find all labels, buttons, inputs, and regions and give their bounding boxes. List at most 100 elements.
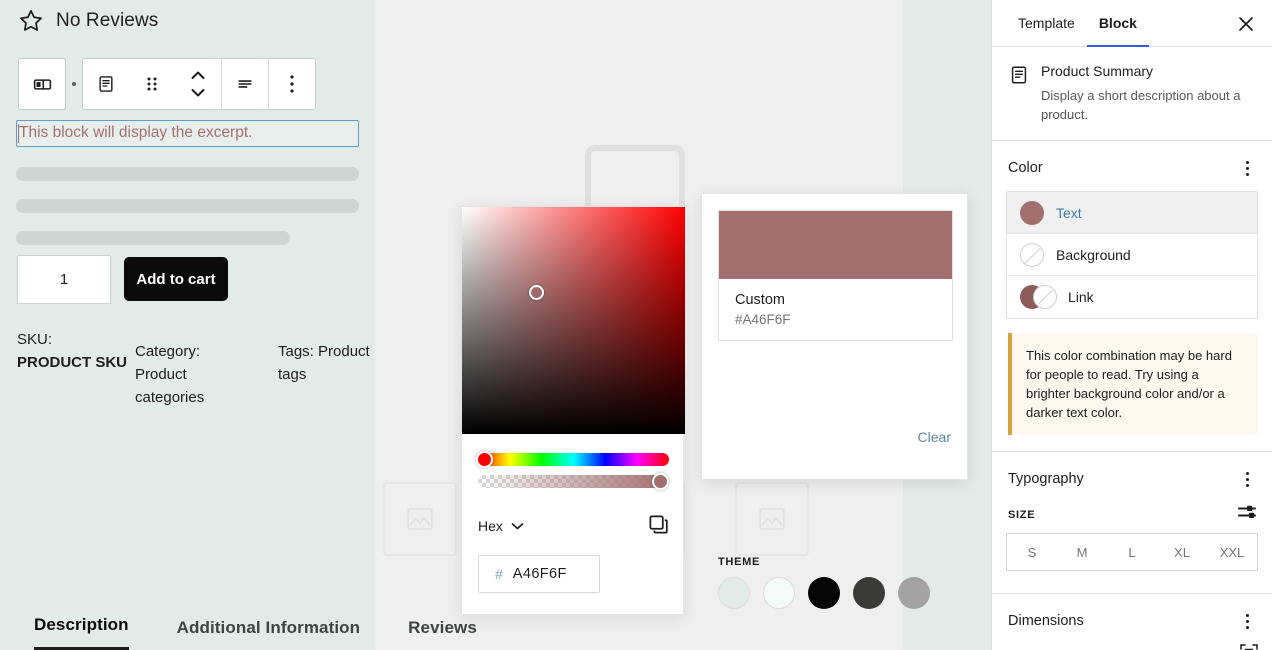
- hue-slider[interactable]: [478, 453, 669, 466]
- category-meta: Category: Product categories: [135, 340, 255, 409]
- size-settings-icon[interactable]: [1238, 504, 1258, 525]
- copy-icon[interactable]: [648, 514, 669, 538]
- color-swatch-popover[interactable]: Custom #A46F6F THEME Clear: [701, 193, 968, 609]
- parent-block-group[interactable]: [18, 58, 66, 110]
- document-icon: [99, 76, 113, 92]
- drag-handle-icon[interactable]: [129, 58, 175, 110]
- color-item-link[interactable]: Link: [1007, 276, 1257, 318]
- align-icon[interactable]: [222, 58, 268, 110]
- dimensions-section-header: Dimensions: [992, 594, 1272, 644]
- custom-color-name: Custom: [735, 292, 785, 308]
- hex-prefix: #: [495, 566, 503, 582]
- typography-section-options-icon[interactable]: [1236, 466, 1258, 492]
- sku-label: SKU:: [17, 331, 53, 348]
- color-section-options-icon[interactable]: [1236, 155, 1258, 181]
- tab-additional-information[interactable]: Additional Information: [177, 618, 361, 650]
- custom-color-preview: [719, 211, 952, 279]
- chevrons-updown-icon: [191, 71, 205, 97]
- font-size-option-xl[interactable]: XL: [1157, 534, 1207, 570]
- background-color-swatch: [1020, 242, 1044, 267]
- custom-color-hex: #A46F6F: [735, 312, 791, 327]
- image-placeholder-icon: [759, 508, 785, 530]
- product-tabs[interactable]: Description Additional Information Revie…: [34, 615, 477, 650]
- gallery-thumbnail-placeholder[interactable]: [735, 482, 809, 556]
- typography-section-header: Typography: [992, 452, 1272, 502]
- block-actions-group[interactable]: [82, 58, 316, 110]
- color-item-background[interactable]: Background: [1007, 234, 1257, 276]
- quantity-input[interactable]: 1: [17, 255, 111, 304]
- tab-reviews[interactable]: Reviews: [408, 618, 477, 650]
- tags-label: Tags:: [278, 343, 314, 360]
- saturation-value-area[interactable]: [462, 207, 685, 434]
- custom-color-card[interactable]: Custom #A46F6F: [718, 210, 953, 341]
- theme-swatch-white-mint[interactable]: [763, 577, 795, 609]
- font-size-option-m[interactable]: M: [1057, 534, 1107, 570]
- reviews-label: No Reviews: [56, 10, 159, 31]
- padding-icon[interactable]: [1240, 644, 1258, 650]
- color-format-select[interactable]: Hex: [478, 518, 524, 534]
- sidebar-tabs[interactable]: Template Block: [992, 0, 1272, 47]
- category-value[interactable]: Product categories: [135, 366, 204, 406]
- skeleton-bar: [16, 231, 290, 245]
- columns-icon: [33, 78, 51, 90]
- star-icon: [20, 9, 42, 31]
- document-icon: [1011, 66, 1027, 84]
- theme-swatch-black[interactable]: [808, 577, 840, 609]
- hex-value[interactable]: A46F6F: [513, 566, 567, 582]
- color-item-label: Text: [1056, 204, 1082, 221]
- color-picker-popover[interactable]: Hex # A46F6F: [461, 206, 685, 615]
- tab-block[interactable]: Block: [1087, 0, 1149, 47]
- image-placeholder-icon: [407, 508, 433, 530]
- color-item-text[interactable]: Text: [1007, 192, 1257, 234]
- font-size-option-l[interactable]: L: [1107, 534, 1157, 570]
- more-options-icon[interactable]: [269, 58, 315, 110]
- product-summary-block[interactable]: This block will display the excerpt.: [16, 120, 359, 147]
- skeleton-bar: [16, 199, 359, 213]
- theme-swatch-row[interactable]: [718, 577, 930, 609]
- category-label: Category:: [135, 343, 201, 360]
- saturation-value-handle[interactable]: [529, 285, 544, 300]
- hue-slider-thumb[interactable]: [476, 451, 493, 468]
- copy-icon: [649, 515, 668, 534]
- color-item-label: Background: [1056, 246, 1131, 263]
- font-size-option-xxl[interactable]: XXL: [1207, 534, 1257, 570]
- clear-color-button[interactable]: Clear: [918, 429, 951, 445]
- block-title: Product Summary: [1041, 63, 1154, 79]
- font-size-option-s[interactable]: S: [1007, 534, 1057, 570]
- font-size-toggle-group[interactable]: S M L XL XXL: [1006, 533, 1258, 571]
- color-format-row: Hex: [478, 514, 669, 538]
- text-color-swatch: [1020, 200, 1044, 225]
- padding-box-icon: [1240, 644, 1258, 650]
- close-icon[interactable]: [1234, 12, 1258, 36]
- color-format-label: Hex: [478, 518, 503, 534]
- color-section-header: Color: [992, 141, 1272, 191]
- color-item-label: Link: [1068, 289, 1094, 305]
- block-type-columns-icon[interactable]: [19, 58, 65, 110]
- link-color-swatch: [1020, 285, 1058, 309]
- sliders-icon: [1238, 505, 1256, 518]
- chevron-down-icon: [511, 522, 524, 529]
- sku-value: PRODUCT SKU: [17, 354, 128, 371]
- typography-section-title: Typography: [1008, 471, 1084, 487]
- move-up-down-icon[interactable]: [175, 58, 221, 110]
- theme-swatch-gray[interactable]: [898, 577, 930, 609]
- tab-template[interactable]: Template: [1006, 0, 1087, 47]
- toolbar-separator-dot: [72, 82, 76, 86]
- settings-sidebar: Template Block Product Summary Display a…: [991, 0, 1272, 650]
- alpha-slider-thumb[interactable]: [652, 473, 669, 490]
- theme-swatch-dark-gray[interactable]: [853, 577, 885, 609]
- gallery-thumbnail-placeholder[interactable]: [383, 482, 457, 556]
- add-to-cart-button[interactable]: Add to cart: [124, 257, 228, 301]
- theme-swatch-pale-mint[interactable]: [718, 577, 750, 609]
- font-size-header: SIZE: [992, 502, 1272, 533]
- color-options-list[interactable]: Text Background Link: [1006, 191, 1258, 319]
- tab-description[interactable]: Description: [34, 615, 129, 650]
- block-info-card: Product Summary Display a short descript…: [992, 47, 1272, 141]
- color-section-title: Color: [1008, 160, 1043, 176]
- block-toolbar[interactable]: [18, 58, 316, 110]
- block-description: Display a short description about a prod…: [1041, 88, 1241, 122]
- dimensions-section-options-icon[interactable]: [1236, 608, 1258, 634]
- hex-input[interactable]: # A46F6F: [478, 555, 600, 593]
- alpha-slider[interactable]: [478, 475, 669, 488]
- block-type-paragraph-icon[interactable]: [83, 58, 129, 110]
